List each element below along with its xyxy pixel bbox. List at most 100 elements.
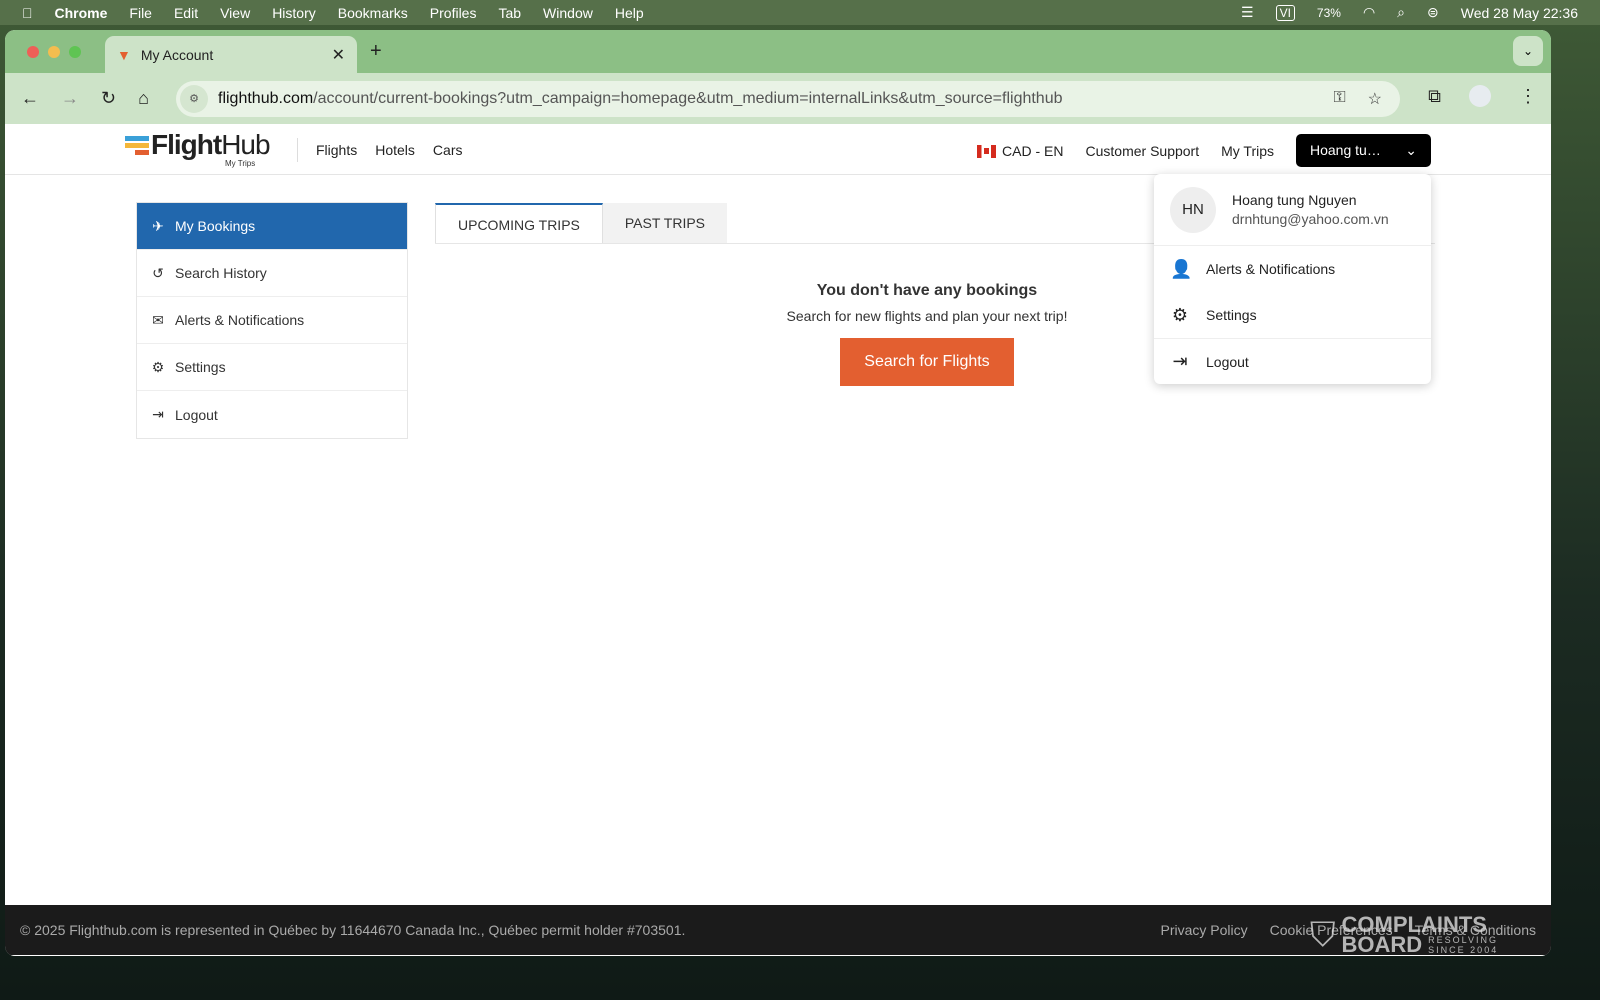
shield-icon: ⛉ bbox=[1310, 915, 1336, 954]
envelope-icon: ✉ bbox=[152, 311, 164, 328]
stack-icon[interactable]: ☰ bbox=[1241, 4, 1254, 21]
avatar: HN bbox=[1170, 186, 1216, 233]
reload-button[interactable]: ↻ bbox=[101, 88, 116, 109]
dropdown-item-label: Logout bbox=[1206, 353, 1249, 370]
user-menu-label: Hoang tu… bbox=[1310, 142, 1381, 158]
empty-title: You don't have any bookings bbox=[816, 282, 1038, 299]
search-flights-button[interactable]: Search for Flights bbox=[840, 338, 1014, 386]
logo-subtitle: My Trips bbox=[225, 159, 256, 168]
menu-window[interactable]: Window bbox=[543, 5, 593, 21]
apple-icon[interactable]:  bbox=[22, 5, 33, 21]
user-email: drnhtung@yahoo.com.vn bbox=[1232, 211, 1389, 227]
gear-icon: ⚙ bbox=[1171, 304, 1189, 325]
extensions-icon[interactable]: ⧉ bbox=[1428, 86, 1441, 107]
tab-title: My Account bbox=[140, 46, 214, 63]
logo-light: Hub bbox=[221, 129, 270, 160]
logo-bold: Flight bbox=[151, 129, 222, 160]
empty-subtitle: Search for new flights and plan your nex… bbox=[786, 308, 1068, 324]
close-window-button[interactable] bbox=[27, 46, 39, 58]
my-trips-link[interactable]: My Trips bbox=[1221, 143, 1274, 159]
profile-avatar[interactable] bbox=[1469, 85, 1491, 107]
sidebar-item-search-history[interactable]: ↺ Search History bbox=[137, 250, 407, 297]
watermark-tag1: RESOLVING bbox=[1428, 935, 1499, 945]
sidebar-item-logout[interactable]: ⇥ Logout bbox=[137, 391, 407, 438]
footer-copyright: © 2025 Flighthub.com is represented in Q… bbox=[20, 922, 686, 938]
menu-file[interactable]: File bbox=[129, 5, 152, 21]
user-menu-button[interactable]: Hoang tu… ⌄ bbox=[1296, 134, 1431, 167]
search-icon[interactable]: ⌕ bbox=[1397, 4, 1405, 21]
tab-bar: ▼ My Account ✕ + ⌄ bbox=[5, 30, 1551, 73]
sidebar-item-label: Logout bbox=[175, 406, 218, 423]
wifi-icon[interactable]: ◠ bbox=[1363, 4, 1375, 21]
nav-flights[interactable]: Flights bbox=[316, 142, 357, 158]
complaints-board-watermark: ⛉ COMPLAINTS BOARD RESOLVING SINCE 2004 bbox=[1310, 914, 1499, 957]
dropdown-item-label: Alerts & Notifications bbox=[1206, 261, 1336, 277]
plane-icon: ✈ bbox=[152, 217, 164, 234]
account-sidebar: ✈ My Bookings ↺ Search History ✉ Alerts & N… bbox=[136, 202, 408, 439]
menu-bookmarks[interactable]: Bookmarks bbox=[338, 5, 408, 21]
sidebar-item-label: My Bookings bbox=[175, 218, 256, 234]
sidebar-item-alerts[interactable]: ✉ Alerts & Notifications bbox=[137, 297, 407, 344]
bookmark-star-icon[interactable]: ☆ bbox=[1368, 89, 1382, 109]
dropdown-item-alerts[interactable]: 👤 Alerts & Notifications bbox=[1154, 246, 1431, 292]
flighthub-logo[interactable]: FlightHub My Trips bbox=[125, 129, 271, 168]
empty-state: You don't have any bookings Search for n… bbox=[627, 282, 1227, 386]
close-tab-icon[interactable]: ✕ bbox=[332, 45, 345, 65]
home-button[interactable]: ⌂ bbox=[138, 88, 149, 109]
key-icon[interactable]: ⚿ bbox=[1333, 89, 1345, 109]
more-menu-icon[interactable]: ⋮ bbox=[1519, 86, 1537, 107]
site-header: FlightHub My Trips Flights Hotels Cars C… bbox=[5, 124, 1551, 175]
dropdown-item-logout[interactable]: ⇥ Logout bbox=[1154, 338, 1431, 384]
macos-menubar:  Chrome File Edit View History Bookmark… bbox=[0, 0, 1600, 25]
favicon-icon: ▼ bbox=[117, 46, 131, 63]
sidebar-item-my-bookings[interactable]: ✈ My Bookings bbox=[137, 203, 407, 250]
menu-view[interactable]: View bbox=[220, 5, 250, 21]
nav-hotels[interactable]: Hotels bbox=[375, 142, 415, 158]
user-icon: 👤 bbox=[1170, 258, 1193, 279]
customer-support-link[interactable]: Customer Support bbox=[1086, 143, 1200, 159]
locale-selector[interactable]: CAD - EN bbox=[977, 142, 1064, 159]
zoom-button[interactable] bbox=[69, 46, 81, 58]
privacy-policy-link[interactable]: Privacy Policy bbox=[1161, 922, 1248, 938]
input-source[interactable]: VI bbox=[1275, 4, 1295, 21]
url-domain: flighthub.com bbox=[218, 90, 314, 107]
battery-percent[interactable]: 73% bbox=[1317, 6, 1341, 20]
address-bar[interactable]: ⚙ flighthub.com/account/current-bookings… bbox=[176, 81, 1400, 117]
canada-flag-icon bbox=[977, 145, 997, 159]
gear-icon: ⚙ bbox=[151, 358, 165, 375]
forward-button[interactable]: → bbox=[61, 88, 79, 109]
locale-label: CAD - EN bbox=[1002, 142, 1064, 159]
minimize-button[interactable] bbox=[48, 46, 60, 58]
menu-help[interactable]: Help bbox=[615, 5, 644, 21]
sidebar-item-settings[interactable]: ⚙ Settings bbox=[137, 344, 407, 391]
menu-tab[interactable]: Tab bbox=[498, 5, 521, 21]
new-tab-button[interactable]: + bbox=[370, 40, 382, 63]
tab-search-button[interactable]: ⌄ bbox=[1513, 36, 1543, 66]
control-center-icon[interactable]: ⊜ bbox=[1427, 4, 1439, 21]
menu-profiles[interactable]: Profiles bbox=[430, 5, 477, 21]
menu-edit[interactable]: Edit bbox=[174, 5, 198, 21]
sidebar-item-label: Search History bbox=[175, 265, 267, 281]
menu-history[interactable]: History bbox=[272, 5, 316, 21]
user-dropdown-menu: HN Hoang tung Nguyen drnhtung@yahoo.com.vn… bbox=[1154, 174, 1431, 384]
sidebar-item-label: Alerts & Notifications bbox=[175, 312, 305, 328]
url-path: /account/current-bookings?utm_campaign=h… bbox=[313, 90, 1063, 107]
tab-past-trips[interactable]: PAST TRIPS bbox=[602, 203, 728, 243]
browser-toolbar: ← → ↻ ⌂ ⚙ flighthub.com/account/current-boo… bbox=[5, 73, 1551, 124]
user-name: Hoang tung Nguyen bbox=[1232, 192, 1357, 208]
browser-window: ▼ My Account ✕ + ⌄ ← → ↻ ⌂ ⚙ flighthub.com /… bbox=[5, 30, 1551, 956]
watermark-tag2: SINCE 2004 bbox=[1428, 945, 1499, 955]
dropdown-item-label: Settings bbox=[1206, 307, 1257, 323]
back-button[interactable]: ← bbox=[21, 88, 39, 109]
tab-upcoming-trips[interactable]: UPCOMING TRIPS bbox=[435, 203, 603, 243]
logout-icon: ⇥ bbox=[152, 406, 164, 422]
menu-app[interactable]: Chrome bbox=[55, 5, 108, 21]
site-info-icon[interactable]: ⚙ bbox=[180, 85, 208, 113]
browser-tab[interactable]: ▼ My Account ✕ bbox=[105, 36, 357, 73]
clock[interactable]: Wed 28 May 22:36 bbox=[1461, 5, 1578, 21]
nav-cars[interactable]: Cars bbox=[433, 142, 463, 158]
chevron-down-icon: ⌄ bbox=[1405, 142, 1417, 158]
web-page: FlightHub My Trips Flights Hotels Cars C… bbox=[5, 124, 1551, 905]
dropdown-item-settings[interactable]: ⚙ Settings bbox=[1154, 292, 1431, 338]
watermark-line2: BOARD bbox=[1341, 932, 1423, 957]
